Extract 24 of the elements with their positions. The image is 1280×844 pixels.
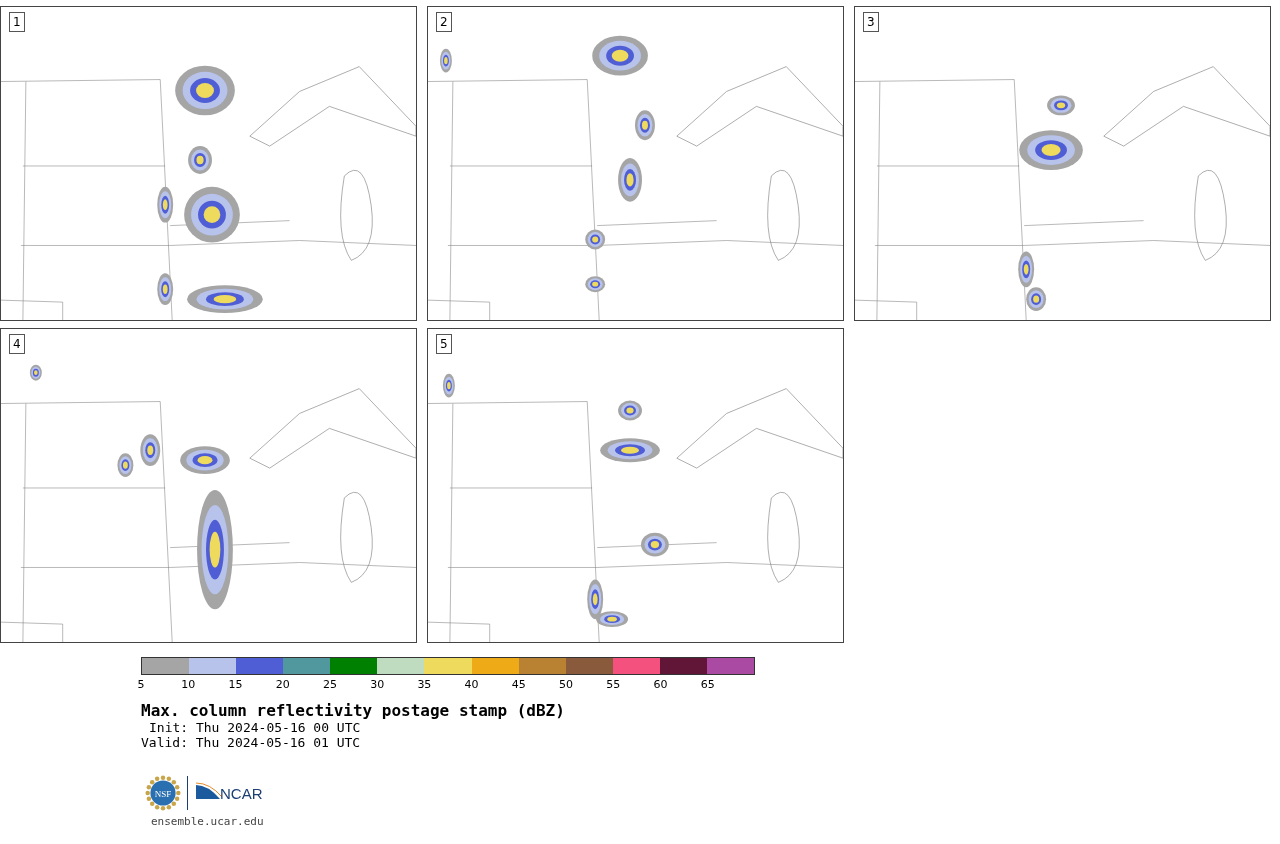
scale-label: 25 xyxy=(322,678,337,691)
scale-label: 45 xyxy=(511,678,526,691)
plot-title: Max. column reflectivity postage stamp (dBZ) xyxy=(141,701,566,720)
scale-label: 65 xyxy=(700,678,715,691)
valid-time: Valid: Thu 2024-05-16 01 UTC xyxy=(141,735,362,750)
scale-label: 20 xyxy=(275,678,290,691)
scale-label: 40 xyxy=(464,678,479,691)
scale-label: 60 xyxy=(653,678,668,691)
nsf-logo: NSF xyxy=(145,775,181,811)
scale-label: 5 xyxy=(137,678,145,691)
scale-label: 10 xyxy=(181,678,196,691)
panel-number: 3 xyxy=(863,12,879,32)
panel-number: 4 xyxy=(9,334,25,354)
site-url: ensemble.ucar.edu xyxy=(150,815,265,828)
panel-number: 1 xyxy=(9,12,25,32)
scale-label: 15 xyxy=(228,678,243,691)
scale-label: 35 xyxy=(417,678,432,691)
panel-number: 2 xyxy=(436,12,452,32)
scale-label: 50 xyxy=(559,678,574,691)
scale-label: 55 xyxy=(606,678,621,691)
scale-label: 30 xyxy=(370,678,385,691)
init-time: Init: Thu 2024-05-16 00 UTC xyxy=(148,720,362,735)
panel-number: 5 xyxy=(436,334,452,354)
ncar-logo: NCAR xyxy=(194,781,268,805)
